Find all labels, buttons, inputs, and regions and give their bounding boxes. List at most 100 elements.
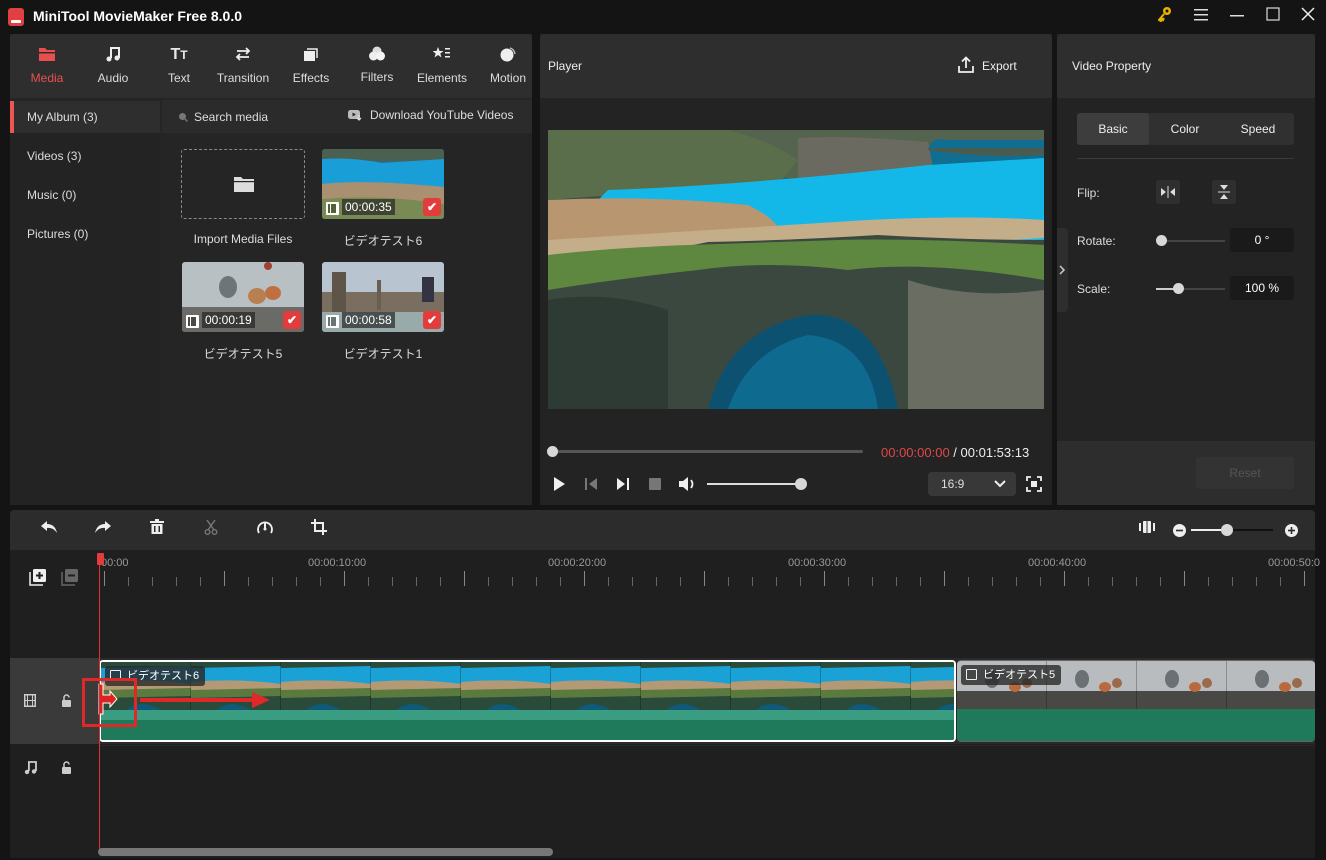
zoom-out-button[interactable] (1173, 524, 1186, 537)
minimize-icon[interactable] (1225, 6, 1249, 28)
remove-track-button[interactable] (61, 568, 79, 586)
ruler-tick (1136, 577, 1137, 586)
skip-forward-icon (617, 478, 629, 490)
ruler-tick (680, 577, 681, 586)
timeline-ruler[interactable] (100, 552, 1315, 592)
video-preview[interactable] (548, 130, 1044, 409)
ruler-tick (608, 577, 609, 586)
rotate-slider-knob[interactable] (1156, 235, 1167, 246)
ruler-tick (1088, 577, 1089, 586)
panel-collapse-handle[interactable] (1057, 228, 1068, 312)
ruler-label: 00:00:10:00 (308, 557, 367, 569)
search-input[interactable]: Search media (178, 110, 338, 124)
tab-color[interactable]: Color (1149, 113, 1221, 145)
key-icon[interactable] (1153, 6, 1177, 28)
flip-horizontal-button[interactable] (1156, 180, 1180, 204)
play-button[interactable] (552, 476, 568, 492)
zoom-in-button[interactable] (1285, 524, 1298, 537)
text-icon: TT (170, 46, 188, 63)
fullscreen-button[interactable] (1026, 476, 1042, 492)
sidebar-item-my-album[interactable]: My Album (3) (10, 101, 160, 133)
timeline-scrollbar[interactable] (98, 848, 553, 856)
ruler-tick (968, 577, 969, 586)
volume-slider-knob[interactable] (795, 478, 807, 490)
rotate-value-input[interactable]: 0 ° (1230, 228, 1294, 252)
volume-icon (679, 477, 694, 491)
sidebar-item-videos[interactable]: Videos (3) (10, 140, 160, 172)
add-track-icon (29, 569, 46, 586)
fit-timeline-button[interactable] (1135, 519, 1159, 541)
checkmark-icon[interactable]: ✔ (423, 198, 441, 216)
ruler-tick (872, 577, 873, 586)
aspect-ratio-select[interactable]: 16:9 (928, 472, 1016, 496)
clip-label: ビデオテスト5 (961, 665, 1062, 685)
media-item[interactable]: 00:00:35 ✔ (322, 149, 444, 219)
scale-slider-knob[interactable] (1173, 283, 1184, 294)
volume-button[interactable] (678, 475, 698, 493)
unlock-icon[interactable] (61, 694, 72, 707)
ruler-label: 00:00:20:00 (548, 557, 607, 569)
stop-button[interactable] (648, 477, 662, 491)
tab-basic[interactable]: Basic (1077, 113, 1149, 145)
crop-button[interactable] (307, 519, 331, 541)
playhead-handle[interactable] (97, 553, 104, 565)
tab-transition[interactable]: Transition (210, 34, 276, 98)
media-item[interactable]: 00:00:58 ✔ (322, 262, 444, 332)
flip-vertical-button[interactable] (1212, 180, 1236, 204)
ruler-tick (1208, 577, 1209, 586)
film-icon (24, 694, 36, 707)
tab-media[interactable]: Media (14, 34, 80, 98)
checkmark-icon[interactable]: ✔ (283, 311, 301, 329)
search-icon (179, 113, 188, 122)
audio-waveform (957, 709, 1315, 741)
import-media-button[interactable] (181, 149, 305, 219)
ruler-tick (1304, 571, 1305, 586)
maximize-icon[interactable] (1261, 6, 1285, 28)
tab-audio[interactable]: Audio (80, 34, 146, 98)
flip-vertical-icon (1218, 185, 1230, 199)
sidebar-item-music[interactable]: Music (0) (10, 179, 160, 211)
ruler-tick (200, 577, 201, 586)
timeline-zoom-knob[interactable] (1221, 524, 1233, 536)
ruler-tick (368, 577, 369, 586)
timeline-clip[interactable]: ビデオテスト5 (957, 660, 1315, 742)
export-button[interactable]: Export (958, 56, 1038, 76)
tab-motion[interactable]: Motion (475, 34, 541, 98)
playback-progress-knob[interactable] (547, 446, 558, 457)
scale-value-input[interactable]: 100 % (1230, 276, 1294, 300)
ruler-tick (848, 577, 849, 586)
split-button[interactable] (199, 519, 223, 541)
speed-button[interactable] (253, 519, 277, 541)
volume-slider-track[interactable] (707, 483, 801, 485)
ruler-label: 00:00:30:00 (788, 557, 847, 569)
sidebar-item-pictures[interactable]: Pictures (0) (10, 218, 160, 250)
next-frame-button[interactable] (616, 476, 632, 492)
tab-speed[interactable]: Speed (1222, 113, 1294, 145)
download-youtube-button[interactable]: Download YouTube Videos (348, 108, 528, 124)
film-icon (186, 315, 199, 328)
rotate-slider-track[interactable] (1160, 240, 1225, 242)
checkmark-icon[interactable]: ✔ (423, 311, 441, 329)
ruler-tick (440, 577, 441, 586)
tab-text[interactable]: TT Text (146, 34, 212, 98)
undo-button[interactable] (37, 519, 61, 541)
playback-progress-track[interactable] (552, 450, 863, 453)
unlock-icon[interactable] (61, 761, 72, 774)
previous-frame-button[interactable] (584, 476, 600, 492)
tab-effects[interactable]: Effects (278, 34, 344, 98)
media-item[interactable]: 00:00:19 ✔ (182, 262, 304, 332)
playhead[interactable] (99, 553, 100, 853)
trim-handle[interactable] (98, 683, 120, 715)
ruler-tick (176, 577, 177, 586)
tab-filters[interactable]: Filters (344, 34, 410, 98)
add-track-button[interactable] (29, 568, 47, 586)
redo-button[interactable] (91, 519, 115, 541)
ruler-tick (632, 577, 633, 586)
tab-elements[interactable]: Elements (409, 34, 475, 98)
close-icon[interactable] (1296, 6, 1320, 28)
audio-track-header (10, 746, 100, 792)
menu-icon[interactable] (1189, 6, 1213, 28)
film-icon (966, 669, 977, 680)
delete-button[interactable] (145, 519, 169, 541)
reset-button[interactable]: Reset (1196, 457, 1294, 489)
